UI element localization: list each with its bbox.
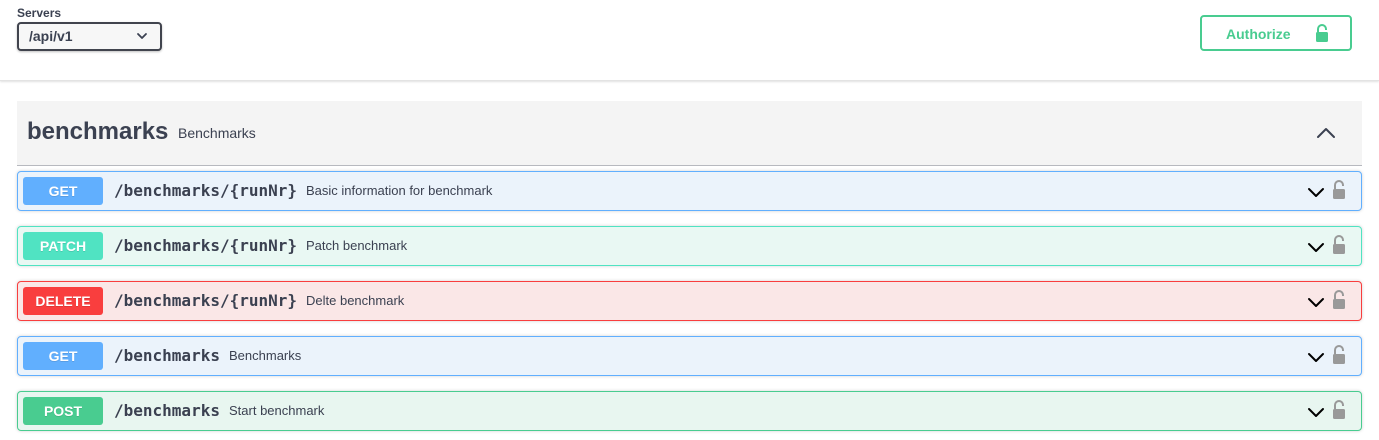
chevron-down-icon <box>137 33 147 39</box>
servers-select-value: /api/v1 <box>29 28 73 44</box>
unlocked-padlock-icon <box>1316 24 1328 42</box>
servers-label: Servers <box>17 6 62 20</box>
operation-summary: Delte benchmark <box>306 293 405 308</box>
operation-delete-benchmark[interactable]: DELETE /benchmarks/{runNr} Delte benchma… <box>17 281 1362 321</box>
operation-path: /benchmarks/{runNr} <box>114 291 298 310</box>
chevron-down-icon[interactable] <box>1307 238 1325 256</box>
unlocked-padlock-icon[interactable] <box>1331 399 1347 421</box>
unlocked-padlock-icon[interactable] <box>1331 344 1347 366</box>
tag-name: benchmarks <box>27 118 169 145</box>
chevron-down-icon[interactable] <box>1307 403 1325 421</box>
operation-path: /benchmarks/{runNr} <box>114 181 298 200</box>
unlocked-padlock-icon[interactable] <box>1331 234 1347 256</box>
authorize-button-label: Authorize <box>1226 26 1291 42</box>
chevron-up-icon[interactable] <box>1316 123 1336 143</box>
operation-summary: Patch benchmark <box>306 238 408 253</box>
tag-header-benchmarks[interactable]: benchmarks Benchmarks <box>17 101 1362 166</box>
unlocked-padlock-icon[interactable] <box>1331 179 1347 201</box>
operation-path: /benchmarks <box>114 401 220 420</box>
tag-description: Benchmarks <box>178 125 256 141</box>
operation-list-benchmarks[interactable]: GET /benchmarks Benchmarks <box>17 336 1362 376</box>
operation-path: /benchmarks <box>114 346 220 365</box>
authorize-button[interactable]: Authorize <box>1200 15 1352 51</box>
operation-path: /benchmarks/{runNr} <box>114 236 298 255</box>
unlocked-padlock-icon[interactable] <box>1331 289 1347 311</box>
method-badge: GET <box>23 342 103 370</box>
operation-patch-benchmark[interactable]: PATCH /benchmarks/{runNr} Patch benchmar… <box>17 226 1362 266</box>
operation-summary: Basic information for benchmark <box>306 183 493 198</box>
method-badge: GET <box>23 177 103 205</box>
operation-start-benchmark[interactable]: POST /benchmarks Start benchmark <box>17 391 1362 431</box>
method-badge: POST <box>23 397 103 425</box>
chevron-down-icon[interactable] <box>1307 183 1325 201</box>
servers-bar: Servers /api/v1 Authorize <box>0 0 1379 81</box>
method-badge: DELETE <box>23 287 103 315</box>
method-badge: PATCH <box>23 232 103 260</box>
operation-summary: Start benchmark <box>229 403 325 418</box>
chevron-down-icon[interactable] <box>1307 293 1325 311</box>
chevron-down-icon[interactable] <box>1307 348 1325 366</box>
operation-summary: Benchmarks <box>229 348 302 363</box>
servers-select[interactable]: /api/v1 <box>17 22 162 51</box>
operation-get-benchmark[interactable]: GET /benchmarks/{runNr} Basic informatio… <box>17 171 1362 211</box>
